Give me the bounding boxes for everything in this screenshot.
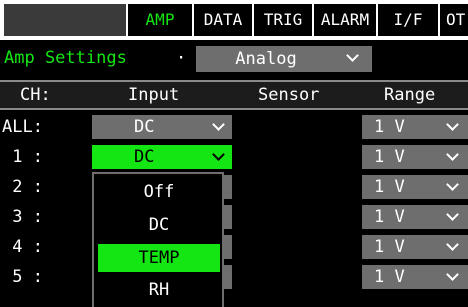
tab-trig[interactable]: TRIG: [254, 4, 312, 36]
dropdown-option-dc[interactable]: DC: [98, 211, 220, 239]
mode-value: Analog: [235, 49, 297, 69]
range-select[interactable]: 1 V: [362, 205, 468, 229]
input-select[interactable]: DC: [92, 115, 232, 139]
range-value: 1 V: [374, 267, 405, 287]
chevron-down-icon: [446, 178, 459, 191]
header-separator: ·: [176, 48, 187, 68]
range-select[interactable]: 1 V: [362, 115, 468, 139]
range-select[interactable]: 1 V: [362, 145, 468, 169]
dropdown-option-rh[interactable]: RH: [98, 276, 220, 304]
tab-blank: [4, 4, 126, 36]
chevron-down-icon: [346, 49, 359, 62]
range-select[interactable]: 1 V: [362, 265, 468, 289]
chevron-down-icon: [446, 118, 459, 131]
input-value: DC: [134, 117, 155, 137]
table-row: 3 : 1 V: [0, 202, 468, 232]
mode-select[interactable]: Analog: [196, 46, 372, 72]
col-sensor: Sensor: [258, 85, 320, 105]
input-select[interactable]: DC: [92, 145, 232, 169]
col-range: Range: [384, 85, 436, 105]
tab-if[interactable]: I/F: [378, 4, 438, 36]
table-row: ALL: DC 1 V: [0, 112, 468, 142]
channel-label: 4 :: [2, 237, 43, 257]
chevron-down-icon: [446, 238, 459, 251]
dropdown-option-temp[interactable]: TEMP: [98, 244, 220, 272]
tab-bar: AMP DATA TRIG ALARM I/F OT: [0, 0, 468, 40]
input-value: DC: [134, 147, 155, 167]
channel-label: 3 :: [2, 207, 43, 227]
chevron-down-icon: [212, 148, 225, 161]
col-ch: CH:: [20, 85, 51, 105]
tab-amp[interactable]: AMP: [128, 4, 192, 36]
tab-other[interactable]: OT: [440, 4, 468, 36]
range-value: 1 V: [374, 177, 405, 197]
table-row: 2 : 1 V: [0, 172, 468, 202]
chevron-down-icon: [446, 148, 459, 161]
column-header: CH: Input Sensor Range: [0, 80, 468, 110]
range-value: 1 V: [374, 117, 405, 137]
chevron-down-icon: [446, 208, 459, 221]
tab-data[interactable]: DATA: [194, 4, 252, 36]
range-value: 1 V: [374, 147, 405, 167]
range-select[interactable]: 1 V: [362, 235, 468, 259]
table-row: 5 : 1 V: [0, 262, 468, 292]
channel-label: 5 :: [2, 267, 43, 287]
table-row: 4 : 1 V: [0, 232, 468, 262]
channel-label: 2 :: [2, 177, 43, 197]
tab-alarm[interactable]: ALARM: [314, 4, 376, 36]
chevron-down-icon: [212, 118, 225, 131]
channel-label: 1 :: [2, 147, 43, 167]
page-title: Amp Settings: [4, 48, 127, 68]
table-row: 1 : DC 1 V: [0, 142, 468, 172]
range-select[interactable]: 1 V: [362, 175, 468, 199]
range-value: 1 V: [374, 207, 405, 227]
dropdown-option-off[interactable]: Off: [98, 178, 220, 206]
channel-label: ALL:: [2, 117, 43, 137]
range-value: 1 V: [374, 237, 405, 257]
chevron-down-icon: [446, 268, 459, 281]
input-dropdown-list: Off DC TEMP RH: [92, 172, 224, 307]
col-input: Input: [128, 85, 180, 105]
